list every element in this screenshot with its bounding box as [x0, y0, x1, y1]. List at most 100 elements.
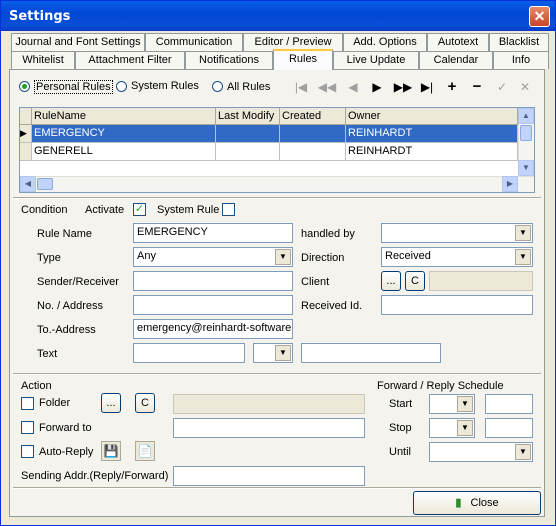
last-record-icon[interactable]: ▶|	[417, 79, 437, 95]
delete-record-icon[interactable]: −	[467, 79, 487, 95]
column-header-created[interactable]: Created	[280, 108, 346, 125]
stop-time-field[interactable]	[485, 418, 533, 438]
tab-attachment-filter[interactable]: Attachment Filter	[75, 51, 185, 69]
next-record-icon[interactable]: ▶	[367, 79, 387, 95]
start-day-dropdown[interactable]: ▼	[429, 394, 475, 414]
client-browse-button[interactable]: ...	[381, 271, 401, 291]
text-field[interactable]	[133, 343, 245, 363]
table-cell[interactable]	[216, 143, 280, 161]
client-label: Client	[301, 276, 330, 288]
chevron-down-icon[interactable]: ▼	[457, 396, 473, 412]
chevron-down-icon[interactable]: ▼	[457, 420, 473, 436]
vertical-scroll-thumb[interactable]	[520, 125, 532, 141]
stop-day-dropdown[interactable]: ▼	[429, 418, 475, 438]
table-cell[interactable]	[216, 125, 280, 143]
chevron-down-icon[interactable]: ▼	[275, 249, 291, 265]
folder-label: Folder	[39, 397, 71, 409]
table-cell[interactable]: REINHARDT	[346, 125, 518, 143]
tab-journal-and-font-settings[interactable]: Journal and Font Settings	[11, 33, 145, 51]
vertical-scrollbar[interactable]: ▲ ▼	[518, 108, 534, 176]
document-icon[interactable]: 📄	[135, 441, 155, 461]
handled-by-label: handled by	[301, 228, 355, 240]
to-address-label: To.-Address	[37, 324, 96, 336]
tab-whitelist[interactable]: Whitelist	[11, 51, 75, 69]
save-icon[interactable]: 💾	[101, 441, 121, 461]
chevron-down-icon[interactable]: ▼	[515, 249, 531, 265]
horizontal-scrollbar[interactable]: ◀ ▶	[20, 176, 534, 192]
tab-blacklist[interactable]: Blacklist	[489, 33, 549, 51]
to-address-field[interactable]: emergency@reinhardt-software.	[133, 319, 293, 339]
sending-addr-field[interactable]	[173, 466, 365, 486]
all-rules-radio[interactable]	[212, 81, 223, 92]
chevron-down-icon[interactable]: ▼	[515, 225, 531, 241]
horizontal-scroll-thumb[interactable]	[37, 178, 53, 190]
close-window-button[interactable]: ✕	[529, 6, 550, 27]
table-cell[interactable]	[280, 143, 346, 161]
column-header-last-modify[interactable]: Last Modify	[216, 108, 280, 125]
no-address-field[interactable]	[133, 295, 293, 315]
system-rule-checkbox[interactable]	[222, 203, 235, 216]
tab-add-options[interactable]: Add. Options	[343, 33, 427, 51]
cancel-edit-icon[interactable]: ✕	[515, 79, 535, 95]
forward-to-field[interactable]	[173, 418, 365, 438]
client-field	[429, 271, 533, 291]
direction-dropdown[interactable]: Received ▼	[381, 247, 533, 267]
post-edit-icon[interactable]: ✓	[492, 79, 512, 95]
action-heading: Action	[21, 380, 52, 392]
activate-checkbox[interactable]: ✓	[133, 203, 146, 216]
chevron-down-icon[interactable]: ▼	[515, 444, 531, 460]
table-cell[interactable]: REINHARDT	[346, 143, 518, 161]
tab-autotext[interactable]: Autotext	[427, 33, 489, 51]
system-rules-label[interactable]: System Rules	[131, 80, 199, 92]
received-id-field[interactable]	[381, 295, 533, 315]
prior-record-icon[interactable]: ◀	[343, 79, 363, 95]
table-cell[interactable]: GENERELL	[32, 143, 216, 161]
folder-clear-button[interactable]: C	[135, 393, 155, 413]
column-header-owner[interactable]: Owner	[346, 108, 518, 125]
add-record-icon[interactable]: +	[442, 79, 462, 95]
schedule-heading: Forward / Reply Schedule	[377, 380, 504, 392]
next-page-icon[interactable]: ▶▶	[393, 79, 413, 95]
tab-info[interactable]: Info	[493, 51, 549, 69]
forward-to-checkbox[interactable]	[21, 421, 34, 434]
tab-communication[interactable]: Communication	[145, 33, 243, 51]
window-title: Settings	[9, 9, 71, 24]
tab-notifications[interactable]: Notifications	[185, 51, 273, 69]
settings-window: Settings ✕ Journal and Font Settings Com…	[0, 0, 556, 526]
scroll-right-icon[interactable]: ▶	[502, 176, 518, 192]
scroll-down-icon[interactable]: ▼	[518, 160, 534, 176]
auto-reply-label: Auto-Reply	[39, 446, 94, 458]
folder-checkbox[interactable]	[21, 397, 34, 410]
tab-live-update[interactable]: Live Update	[333, 51, 419, 69]
system-rules-radio[interactable]	[116, 81, 127, 92]
table-cell[interactable]	[280, 125, 346, 143]
tab-calendar[interactable]: Calendar	[419, 51, 493, 69]
all-rules-label[interactable]: All Rules	[227, 81, 270, 93]
type-dropdown[interactable]: Any ▼	[133, 247, 293, 267]
rules-grid[interactable]: RuleName Last Modify Created Owner ▶ EME…	[19, 107, 535, 193]
first-record-icon[interactable]: |◀	[291, 79, 311, 95]
table-cell[interactable]: EMERGENCY	[32, 125, 216, 143]
client-clear-button[interactable]: C	[405, 271, 425, 291]
text-operator-dropdown[interactable]: ▼	[253, 343, 293, 363]
until-date-dropdown[interactable]: ▼	[429, 442, 533, 462]
close-button[interactable]: ▮ Close	[413, 491, 541, 515]
folder-browse-button[interactable]: ...	[101, 393, 121, 413]
divider	[13, 487, 541, 489]
personal-rules-radio[interactable]	[19, 81, 30, 92]
tab-rules[interactable]: Rules	[273, 49, 333, 70]
prior-page-icon[interactable]: ◀◀	[317, 79, 337, 95]
title-bar[interactable]: Settings ✕	[1, 1, 555, 31]
column-header-rulename[interactable]: RuleName	[32, 108, 216, 125]
scroll-up-icon[interactable]: ▲	[518, 108, 534, 124]
auto-reply-checkbox[interactable]	[21, 445, 34, 458]
personal-rules-label[interactable]: Personal Rules	[34, 80, 113, 94]
rule-name-field[interactable]: EMERGENCY	[133, 223, 293, 243]
text-value-field[interactable]	[301, 343, 441, 363]
chevron-down-icon[interactable]: ▼	[275, 345, 291, 361]
scroll-left-icon[interactable]: ◀	[20, 176, 36, 192]
sender-receiver-field[interactable]	[133, 271, 293, 291]
start-time-field[interactable]	[485, 394, 533, 414]
handled-by-dropdown[interactable]: ▼	[381, 223, 533, 243]
start-label: Start	[389, 398, 413, 410]
